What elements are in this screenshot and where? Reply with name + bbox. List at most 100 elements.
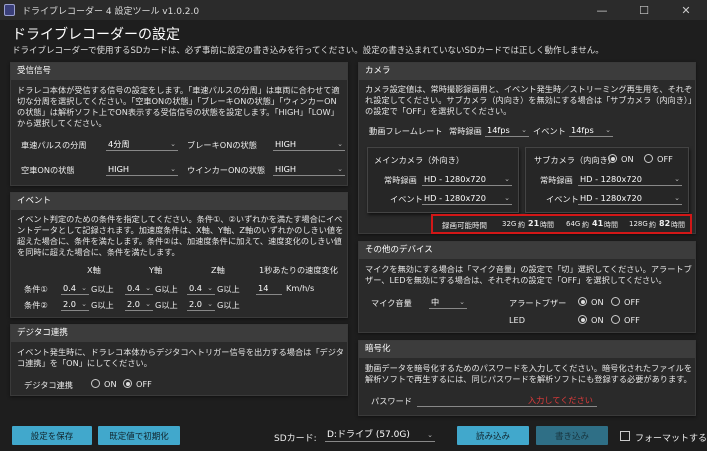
digitacho-on-radio[interactable] [91, 379, 100, 388]
recording-time-box: 録画可能時間 32G 約 21 時間 64G 約 41 時間 128G 約 82… [431, 214, 692, 234]
cond1-z-select[interactable]: 0.4 ⌄ [187, 282, 215, 295]
password-input[interactable]: 入力してください [417, 394, 597, 407]
select-value: 0.4 [63, 283, 77, 293]
cond1-x-select[interactable]: 0.4 ⌄ [61, 282, 89, 295]
cond2-label: 条件② [24, 300, 48, 310]
close-icon: ✕ [681, 3, 691, 17]
select-value: HIGH [108, 164, 130, 174]
rec-size: 64G [566, 220, 581, 228]
password-label: パスワード [371, 396, 412, 406]
pulse-select[interactable]: 4分周 ⌄ [106, 138, 178, 151]
save-settings-button[interactable]: 設定を保存 [12, 426, 92, 445]
sub-event-select[interactable]: HD - 1280x720 ⌄ [578, 192, 682, 205]
on-label: ON [621, 154, 634, 164]
camera-panel: カメラ カメラ設定値は、常時撮影録画用と、イベント発生時／ストリーミング再生用を… [358, 62, 696, 234]
panel-description: カメラ設定値は、常時撮影録画用と、イベント発生時／ストリーミング再生用を、それぞ… [365, 84, 693, 116]
select-value: 14fps [571, 125, 594, 135]
init-defaults-button[interactable]: 既定値で初期化 [98, 426, 180, 445]
on-label: ON [104, 379, 117, 389]
main-always-select[interactable]: HD - 1280x720 ⌄ [422, 173, 512, 186]
panel-description: イベント発生時に、ドラレコ本体からデジタコへトリガー信号を出力する場合は「デジタ… [17, 347, 344, 368]
y-axis-header: Y軸 [149, 265, 163, 275]
sub-always-select[interactable]: HD - 1280x720 ⌄ [578, 173, 682, 186]
panel-title: 受信信号 [11, 63, 347, 80]
chevron-down-icon: ⌄ [207, 300, 213, 308]
write-button[interactable]: 書き込み [536, 426, 608, 445]
rec-unit: 時間 [671, 221, 685, 229]
digitacho-off-radio[interactable] [123, 379, 132, 388]
select-value: 0.4 [127, 283, 141, 293]
cond2-z-select[interactable]: 2.0 ⌄ [187, 298, 215, 311]
empty-select[interactable]: HIGH ⌄ [106, 163, 178, 176]
rec-unit: 時間 [540, 221, 554, 229]
chevron-down-icon: ⌄ [170, 165, 176, 173]
always-fps-select[interactable]: 14fps ⌄ [485, 124, 529, 137]
led-on-radio[interactable] [578, 315, 587, 324]
chevron-down-icon: ⌄ [605, 126, 611, 134]
g-unit: G以上 [155, 284, 178, 294]
digitacho-label: デジタコ連携 [24, 380, 73, 390]
cond2-y-select[interactable]: 2.0 ⌄ [125, 298, 153, 311]
sd-card-select[interactable]: D:ドライブ (57.0G) ⌄ [325, 429, 435, 442]
select-value: 中 [431, 297, 440, 307]
panel-description: マイクを無効にする場合は「マイク音量」の設定で「切」選択してください。アラートブ… [365, 264, 692, 285]
brake-select[interactable]: HIGH ⌄ [273, 138, 345, 151]
panel-description: イベント判定のための条件を指定してください。条件①、②いずれかを満たす場合にイベ… [17, 214, 344, 257]
sub-off-radio[interactable] [644, 154, 653, 163]
always-label: 常時録画 [449, 126, 482, 136]
speed-unit: Km/h/s [286, 283, 315, 293]
panel-description: 動画データを暗号化するためのパスワードを入力してください。暗号化されたファイルを… [365, 363, 693, 384]
close-button[interactable]: ✕ [665, 0, 707, 20]
main-event-select[interactable]: HD - 1280x720 ⌄ [422, 192, 512, 205]
rec-approx: 約 [649, 221, 656, 229]
off-label: OFF [657, 154, 673, 164]
rec-size: 32G [502, 220, 517, 228]
digitacho-panel: デジタコ連携 イベント発生時に、ドラレコ本体からデジタコへトリガー信号を出力する… [10, 324, 348, 396]
cond2-x-select[interactable]: 2.0 ⌄ [61, 298, 89, 311]
panel-title: カメラ [359, 63, 695, 80]
chevron-down-icon: ⌄ [337, 140, 343, 148]
chevron-down-icon: ⌄ [145, 300, 151, 308]
select-value: HD - 1280x720 [580, 174, 642, 184]
chevron-down-icon: ⌄ [207, 284, 213, 292]
g-unit: G以上 [91, 284, 114, 294]
rec-hours: 82 [659, 219, 671, 228]
event-label: イベント [533, 126, 566, 136]
minimize-button[interactable]: — [581, 0, 623, 20]
cond1-y-select[interactable]: 0.4 ⌄ [125, 282, 153, 295]
on-label: ON [591, 297, 604, 307]
event-fps-select[interactable]: 14fps ⌄ [569, 124, 613, 137]
winker-label: ウインカーONの状態 [187, 165, 266, 175]
g-unit: G以上 [91, 300, 114, 310]
rec-hours: 21 [528, 219, 540, 228]
event-panel: イベント イベント判定のための条件を指定してください。条件①、②いずれかを満たす… [10, 192, 348, 318]
chevron-down-icon: ⌄ [504, 194, 510, 202]
format-checkbox[interactable] [620, 431, 630, 441]
rec-approx: 約 [582, 221, 589, 229]
framerate-label: 動画フレームレート [369, 126, 443, 136]
off-label: OFF [624, 297, 640, 307]
panel-title: デジタコ連携 [11, 325, 347, 342]
buzzer-off-radio[interactable] [611, 297, 620, 306]
led-off-radio[interactable] [611, 315, 620, 324]
empty-label: 空車ONの状態 [21, 165, 75, 175]
speed-input[interactable]: 14 [256, 282, 282, 295]
select-value: 2.0 [189, 299, 203, 309]
chevron-down-icon: ⌄ [674, 175, 680, 183]
chevron-down-icon: ⌄ [81, 300, 87, 308]
sub-camera-box: サブカメラ（内向き） ON OFF 常時録画 HD - 1280x720 ⌄ イベ… [525, 147, 689, 213]
select-value: HIGH [275, 164, 297, 174]
read-button[interactable]: 読み込み [457, 426, 529, 445]
on-label: ON [591, 315, 604, 325]
rec-approx: 約 [518, 221, 525, 229]
panel-description: ドラレコ本体が受信する信号の設定をします。「車速パルスの分周」は車両に合わせて適… [17, 85, 340, 128]
winker-select[interactable]: HIGH ⌄ [273, 163, 345, 176]
main-always-label: 常時録画 [384, 175, 417, 185]
led-label: LED [509, 315, 526, 325]
g-unit: G以上 [217, 300, 240, 310]
rec-hours: 41 [592, 219, 604, 228]
mic-select[interactable]: 中 ⌄ [429, 296, 467, 309]
maximize-button[interactable]: ☐ [623, 0, 665, 20]
sub-on-radio[interactable] [608, 154, 617, 163]
buzzer-on-radio[interactable] [578, 297, 587, 306]
